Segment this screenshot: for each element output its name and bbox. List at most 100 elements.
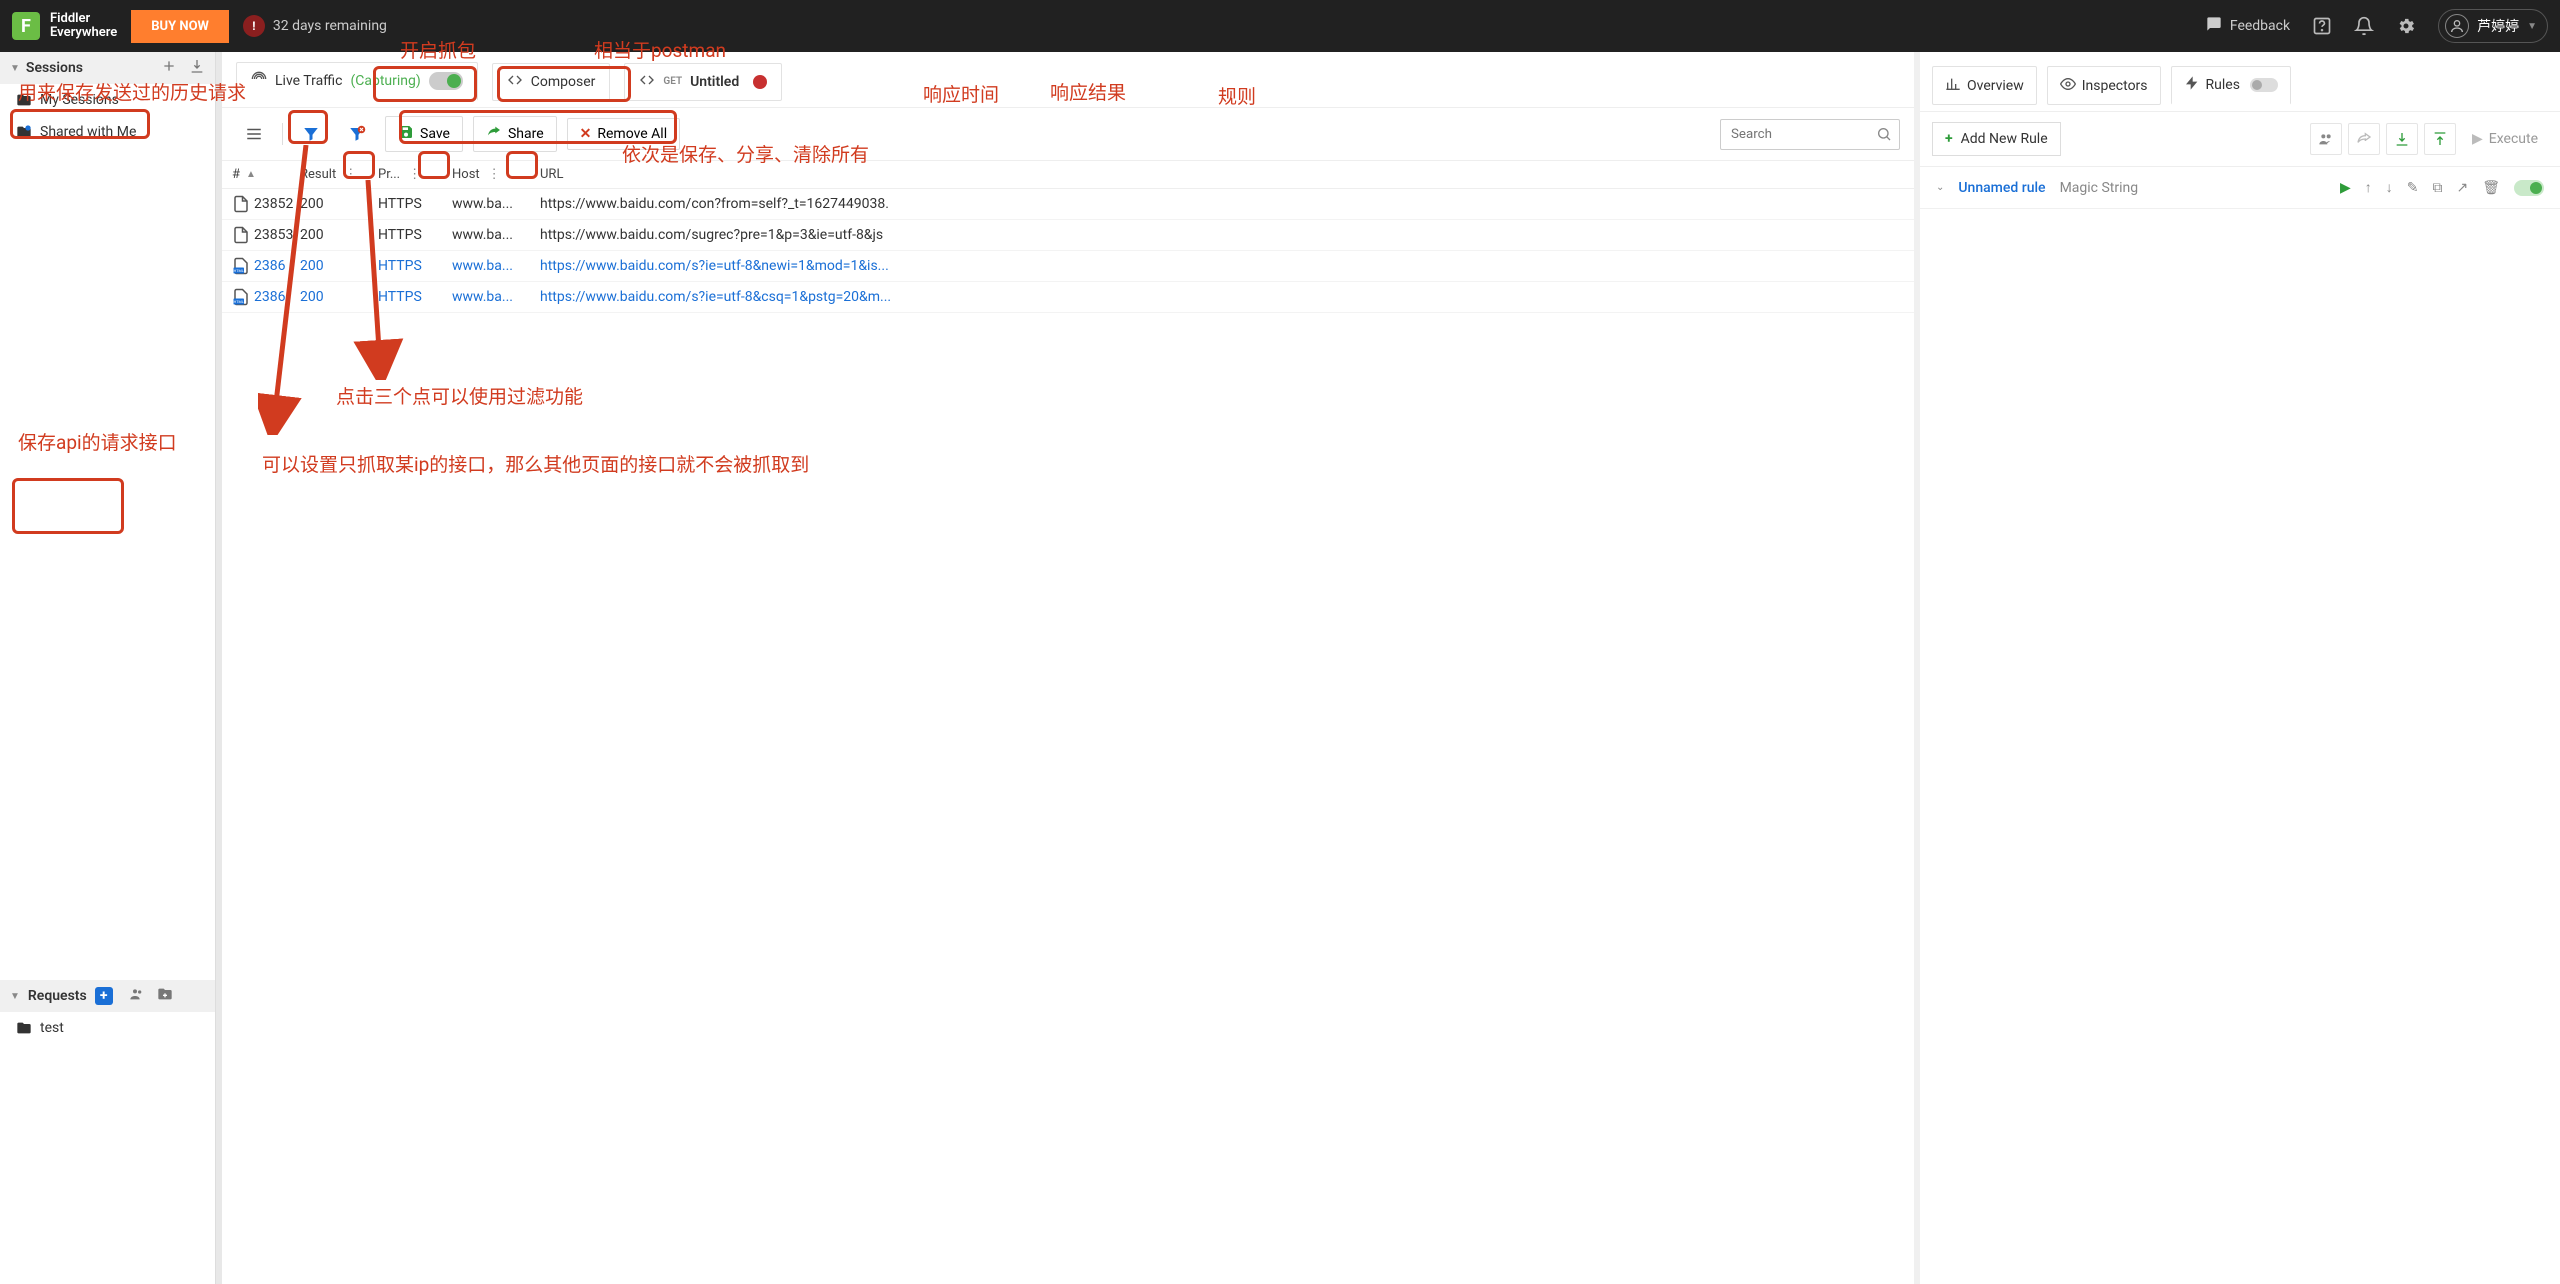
share-button[interactable]: Share — [473, 116, 557, 152]
group-icon[interactable] — [2310, 123, 2342, 155]
edit-icon[interactable]: ✎ — [2407, 180, 2419, 196]
cell-host: www.ba... — [452, 258, 540, 274]
export-icon[interactable]: ↗ — [2456, 180, 2468, 196]
sidebar-item-shared[interactable]: Shared with Me — [0, 116, 215, 148]
cell-url: https://www.baidu.com/con?from=self?_t=1… — [540, 196, 1904, 212]
col-protocol[interactable]: Pr... — [378, 167, 400, 182]
filter-icon[interactable] — [293, 117, 329, 151]
requests-label: Requests — [28, 988, 87, 1004]
notifications-icon[interactable] — [2354, 16, 2374, 36]
tab-composer[interactable]: Composer — [492, 63, 611, 101]
cell-protocol: HTTPS — [378, 196, 452, 212]
add-request-icon[interactable]: + — [95, 987, 113, 1005]
cell-result: 200 — [300, 227, 378, 243]
play-icon[interactable]: ▶ — [2340, 180, 2351, 196]
table-row[interactable]: HTML2386200HTTPSwww.ba...https://www.bai… — [222, 251, 1914, 282]
search-icon — [1876, 126, 1892, 146]
table-row[interactable]: 23853200HTTPSwww.ba...https://www.baidu.… — [222, 220, 1914, 251]
grid-header: #▲ Result⋮ Pr...⋮ Host⋮ URL — [222, 161, 1914, 189]
sessions-header[interactable]: ▼ Sessions — [0, 52, 215, 84]
col-url[interactable]: URL — [540, 167, 563, 182]
remove-all-button[interactable]: ✕ Remove All — [567, 118, 680, 150]
file-icon — [232, 226, 250, 244]
cell-id: 23852 — [254, 196, 293, 212]
sidebar-item-my-sessions[interactable]: My Sessions — [0, 84, 215, 116]
remove-icon: ✕ — [580, 126, 592, 142]
table-row[interactable]: HTML2386200HTTPSwww.ba...https://www.bai… — [222, 282, 1914, 313]
chart-icon — [1945, 76, 1961, 96]
upload-icon[interactable] — [2424, 123, 2456, 155]
app-logo: F Fiddler Everywhere — [12, 12, 117, 41]
buy-now-button[interactable]: BUY NOW — [131, 10, 229, 43]
col-host[interactable]: Host — [452, 167, 480, 182]
feedback-label: Feedback — [2230, 18, 2290, 34]
kebab-icon[interactable]: ⋮ — [340, 167, 361, 182]
tab-overview[interactable]: Overview — [1932, 66, 2037, 105]
left-sidebar: ▼ Sessions My Sessions — [0, 52, 216, 1284]
kebab-icon[interactable]: ⋮ — [404, 167, 425, 182]
cell-result: 200 — [300, 289, 378, 305]
col-result[interactable]: Result — [300, 167, 336, 182]
trial-days-label: 32 days remaining — [273, 18, 387, 34]
cell-protocol: HTTPS — [378, 289, 452, 305]
svg-text:HTML: HTML — [234, 269, 244, 273]
unsaved-indicator-icon — [753, 75, 767, 89]
save-label: Save — [420, 126, 450, 142]
import-icon[interactable] — [189, 58, 205, 78]
sidebar-item-test[interactable]: test — [0, 1012, 215, 1044]
center-panel: Live Traffic (Capturing) Composer GET Un… — [222, 52, 1920, 1284]
col-id[interactable]: # — [232, 167, 240, 182]
rule-toggle[interactable] — [2514, 180, 2544, 196]
requests-header[interactable]: ▼ Requests + — [0, 980, 215, 1012]
get-badge: GET — [663, 76, 682, 87]
cell-host: www.ba... — [452, 196, 540, 212]
composer-label: Composer — [531, 74, 596, 90]
cell-result: 200 — [300, 258, 378, 274]
capture-toggle[interactable] — [429, 72, 463, 90]
rule-type-label: Magic String — [2060, 180, 2139, 196]
delete-icon[interactable]: 🗑 — [2482, 180, 2500, 196]
save-button[interactable]: Save — [385, 116, 463, 152]
tab-untitled[interactable]: GET Untitled — [624, 63, 782, 101]
sessions-label: Sessions — [26, 60, 83, 76]
tab-inspectors[interactable]: Inspectors — [2047, 66, 2161, 105]
copy-icon[interactable]: ⧉ — [2432, 180, 2442, 196]
table-row[interactable]: 23852200HTTPSwww.ba...https://www.baidu.… — [222, 189, 1914, 220]
kebab-icon[interactable]: ⋮ — [484, 167, 505, 182]
tab-live-traffic[interactable]: Live Traffic (Capturing) — [236, 62, 478, 101]
cell-id: 2386 — [254, 258, 285, 274]
arrow-up-icon[interactable]: ↑ — [2365, 179, 2372, 196]
share-icon — [486, 124, 502, 144]
rules-toggle[interactable] — [2250, 78, 2278, 92]
arrow-down-icon[interactable]: ↓ — [2386, 179, 2393, 196]
stream-icon[interactable] — [236, 117, 272, 151]
users-icon[interactable] — [129, 986, 145, 1006]
untitled-label: Untitled — [690, 74, 739, 90]
share-rule-icon[interactable] — [2348, 123, 2380, 155]
add-rule-button[interactable]: + Add New Rule — [1932, 122, 2061, 156]
composer-icon — [507, 72, 523, 92]
execute-button[interactable]: ▶ Execute — [2462, 123, 2548, 155]
clear-filter-icon[interactable] — [339, 117, 375, 151]
add-session-icon[interactable] — [161, 58, 177, 78]
tab-rules[interactable]: Rules — [2171, 66, 2291, 105]
warning-icon: ! — [243, 15, 265, 37]
file-icon — [232, 195, 250, 213]
user-menu[interactable]: 芦婷婷 ▼ — [2438, 9, 2548, 43]
inspectors-label: Inspectors — [2082, 78, 2148, 94]
new-folder-icon[interactable] — [157, 986, 173, 1006]
download-icon[interactable] — [2386, 123, 2418, 155]
feedback-icon — [2206, 16, 2222, 36]
rule-name-label: Unnamed rule — [1958, 180, 2045, 196]
rule-item[interactable]: ⌄ Unnamed rule Magic String ▶ ↑ ↓ ✎ ⧉ ↗ … — [1920, 167, 2560, 209]
app-name: Fiddler Everywhere — [50, 12, 117, 41]
cell-id: 2386 — [254, 289, 285, 305]
settings-icon[interactable] — [2396, 16, 2416, 36]
feedback-button[interactable]: Feedback — [2206, 16, 2290, 36]
help-icon[interactable] — [2312, 16, 2332, 36]
logo-icon: F — [12, 12, 40, 40]
collapse-icon: ▼ — [10, 991, 20, 1002]
folder-icon — [16, 92, 32, 108]
cell-protocol: HTTPS — [378, 258, 452, 274]
search-input[interactable] — [1720, 119, 1900, 150]
